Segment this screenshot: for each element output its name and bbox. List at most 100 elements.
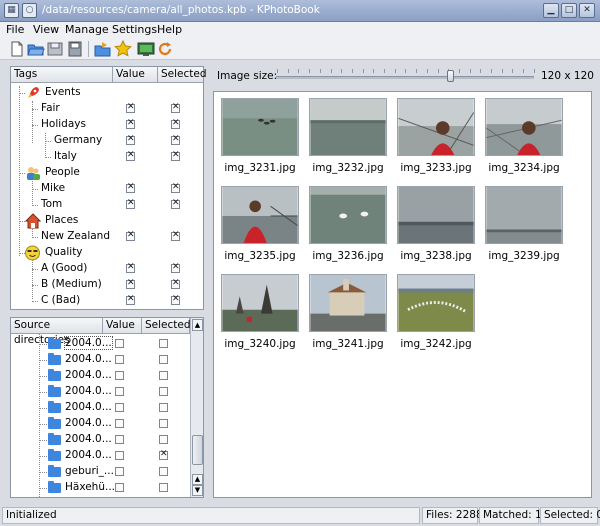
tag-row-new-zealand[interactable]: New Zealand [11, 229, 201, 245]
menu-view[interactable]: View [33, 23, 59, 36]
value-checkbox[interactable] [115, 483, 124, 492]
tag-row-c-bad[interactable]: C (Bad) [11, 293, 201, 309]
thumbnail-img-3239[interactable] [485, 186, 563, 244]
scrollbar-thumb[interactable] [192, 435, 203, 465]
value-checkbox[interactable] [126, 198, 135, 209]
value-checkbox[interactable] [115, 339, 124, 348]
source-dir-row[interactable]: 2004.0... [11, 352, 196, 368]
tag-row-tom[interactable]: Tom [11, 197, 201, 213]
scroll-down-arrow-icon[interactable]: ▼ [192, 485, 203, 496]
value-checkbox[interactable] [115, 467, 124, 476]
source-dir-row[interactable]: 2004.0... [11, 400, 196, 416]
source-dir-row[interactable]: 2004.0... [11, 416, 196, 432]
scroll-up-arrow-icon[interactable]: ▲ [192, 474, 203, 485]
selected-checkbox[interactable] [159, 449, 168, 460]
export-icon[interactable] [94, 40, 112, 58]
menu-help[interactable]: Help [157, 23, 182, 36]
thumbnail-img-3238[interactable] [397, 186, 475, 244]
source-dir-row[interactable]: 2004.0... [11, 448, 196, 464]
value-checkbox[interactable] [126, 262, 135, 273]
value-checkbox[interactable] [115, 355, 124, 364]
selected-checkbox[interactable] [159, 483, 168, 492]
selected-checkbox[interactable] [171, 134, 180, 145]
value-column-header[interactable]: Value [103, 318, 142, 334]
source-scrollbar[interactable]: ▲ ▲ ▼ [190, 318, 203, 497]
value-checkbox[interactable] [126, 102, 135, 113]
thumbnail-img-3234[interactable] [485, 98, 563, 156]
selected-checkbox[interactable] [171, 262, 180, 273]
minimize-button[interactable]: ▁ [543, 3, 559, 18]
selected-checkbox[interactable] [159, 355, 168, 364]
value-checkbox[interactable] [126, 230, 135, 241]
value-checkbox[interactable] [126, 182, 135, 193]
menu-manage[interactable]: Manage [65, 23, 109, 36]
save-as-icon[interactable] [66, 40, 84, 58]
selected-checkbox[interactable] [159, 371, 168, 380]
save-icon[interactable] [46, 40, 64, 58]
selected-checkbox[interactable] [171, 198, 180, 209]
tag-row-places[interactable]: Places [11, 213, 201, 229]
image-size-slider-track[interactable] [276, 76, 534, 79]
scroll-up-arrow-icon[interactable]: ▲ [192, 319, 203, 331]
tag-row-italy[interactable]: Italy [11, 149, 201, 165]
source-dir-row[interactable]: 2004.0... [11, 432, 196, 448]
menu-file[interactable]: File [6, 23, 24, 36]
source-dir-row[interactable]: 2004.0... [11, 384, 196, 400]
source-dir-row[interactable]: 2004.0... [11, 336, 196, 352]
selected-column-header[interactable]: Selected [158, 67, 207, 83]
tag-row-quality[interactable]: Quality [11, 245, 201, 261]
tags-column-header[interactable]: Tags [11, 67, 113, 83]
refresh-icon[interactable] [156, 40, 174, 58]
new-file-icon[interactable] [8, 40, 26, 58]
selected-column-header[interactable]: Selected [142, 318, 191, 334]
thumbnail-img-3235[interactable] [221, 186, 299, 244]
panel-splitter[interactable] [10, 311, 204, 316]
pin-icon[interactable]: ○ [22, 3, 37, 18]
value-checkbox[interactable] [115, 451, 124, 460]
selected-checkbox[interactable] [159, 435, 168, 444]
tag-row-people[interactable]: People [11, 165, 201, 181]
selected-checkbox[interactable] [159, 339, 168, 348]
selected-checkbox[interactable] [171, 118, 180, 129]
value-checkbox[interactable] [115, 403, 124, 412]
thumbnail-view[interactable]: img_3231.jpg img_3232.jpg img_3233.jpg i… [213, 91, 592, 498]
value-checkbox[interactable] [115, 435, 124, 444]
source-dir-row[interactable]: Häxehü... [11, 480, 196, 496]
thumbnail-img-3236[interactable] [309, 186, 387, 244]
close-button[interactable]: ✕ [579, 3, 595, 18]
selected-checkbox[interactable] [171, 102, 180, 113]
thumbnail-img-3242[interactable] [397, 274, 475, 332]
value-column-header[interactable]: Value [113, 67, 158, 83]
thumbnail-img-3233[interactable] [397, 98, 475, 156]
value-checkbox[interactable] [126, 294, 135, 305]
open-folder-icon[interactable] [27, 40, 45, 58]
thumbnail-img-3241[interactable] [309, 274, 387, 332]
selected-checkbox[interactable] [159, 403, 168, 412]
value-checkbox[interactable] [126, 278, 135, 289]
value-checkbox[interactable] [126, 118, 135, 129]
thumbnail-img-3231[interactable] [221, 98, 299, 156]
image-size-slider-handle[interactable] [447, 70, 454, 82]
tag-row-fair[interactable]: Fair [11, 101, 201, 117]
tag-row-germany[interactable]: Germany [11, 133, 201, 149]
value-checkbox[interactable] [115, 419, 124, 428]
value-checkbox[interactable] [126, 134, 135, 145]
value-checkbox[interactable] [126, 150, 135, 161]
selected-checkbox[interactable] [159, 387, 168, 396]
source-dir-row[interactable]: 2004.0... [11, 368, 196, 384]
maximize-button[interactable]: □ [561, 3, 577, 18]
app-menu-icon[interactable]: ▦ [4, 3, 19, 18]
menu-settings[interactable]: Settings [112, 23, 157, 36]
star-icon[interactable] [114, 40, 132, 58]
tag-row-mike[interactable]: Mike [11, 181, 201, 197]
source-dir-row[interactable]: geburi_... [11, 464, 196, 480]
tag-row-a-good[interactable]: A (Good) [11, 261, 201, 277]
source-dirs-column-header[interactable]: Source directories [11, 318, 103, 346]
value-checkbox[interactable] [115, 387, 124, 396]
tag-row-holidays[interactable]: Holidays [11, 117, 201, 133]
selected-checkbox[interactable] [159, 419, 168, 428]
selected-checkbox[interactable] [171, 150, 180, 161]
thumbnail-img-3240[interactable] [221, 274, 299, 332]
tag-row-events[interactable]: Events [11, 85, 201, 101]
selected-checkbox[interactable] [159, 467, 168, 476]
